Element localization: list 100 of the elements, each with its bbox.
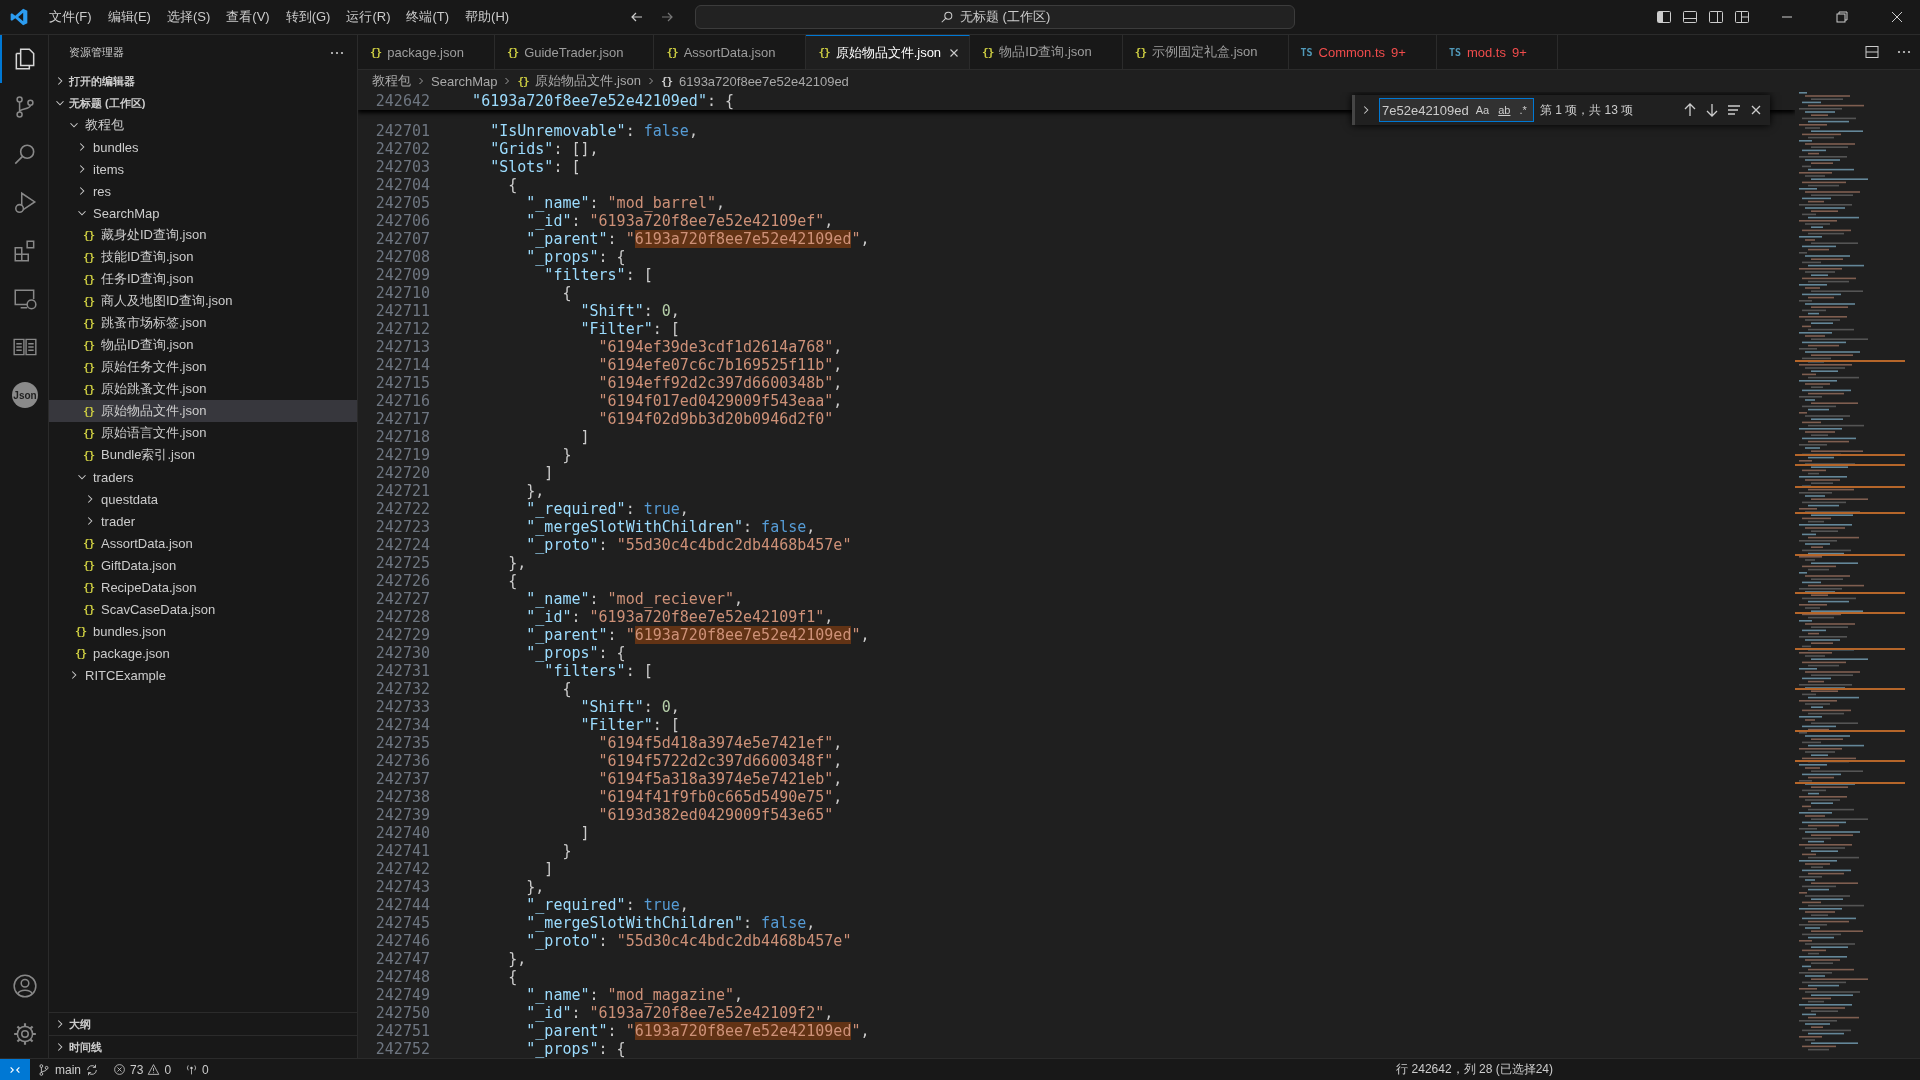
command-center[interactable]: 无标题 (工作区) [695,5,1296,29]
tree-item[interactable]: {} GiftData.json [49,554,357,576]
find-field[interactable]: 7e52e42109ed Aa ab .* [1379,98,1534,122]
line-number: 242702 [374,140,431,158]
line-number: 242750 [374,1004,431,1022]
code-line: "6194ef39de3cdf1d2614a768", [597,338,843,356]
code-line: "_name": "mod_magazine", [525,986,744,1004]
tree-item[interactable]: items [49,158,357,180]
find-in-selection-icon[interactable] [1726,102,1742,118]
code-line: "Filter": [ [579,716,680,734]
restore-icon[interactable] [1834,9,1850,25]
json-icon[interactable]: Json [12,382,38,408]
tree-item[interactable]: {} 原始任务文件.json [49,356,357,378]
tree-item[interactable]: questdata [49,488,357,510]
tree-item[interactable]: {} 原始语言文件.json [49,422,357,444]
tree-item[interactable]: traders [49,466,357,488]
tree-item[interactable]: {} 跳蚤市场标签.json [49,312,357,334]
cursor-position[interactable]: 行 242642，列 28 (已选择24) [1389,1061,1560,1078]
branch-status[interactable]: main [30,1062,106,1077]
editor-tab[interactable]: TS mod.ts 9+ [1436,35,1558,69]
section-header[interactable]: 时间线 [49,1035,357,1058]
layout-icon[interactable] [1734,9,1750,25]
secondary-sidebar-icon[interactable] [1708,9,1724,25]
problems-status[interactable]: 73 0 [106,1062,179,1077]
json-file-icon: {} [83,404,97,418]
tree-item[interactable]: {} 商人及地图ID查询.json [49,290,357,312]
menu-item[interactable]: 终端(T) [398,8,458,26]
tree-item[interactable]: {} 藏身处ID查询.json [49,224,357,246]
code-line: "_name": "mod_barrel", [525,194,725,212]
code-line: } [561,446,572,464]
json-file-icon: {} [370,45,382,59]
json-file-icon: {} [75,624,89,638]
tree-item[interactable]: res [49,180,357,202]
breadcrumb[interactable]: 6193a720f8ee7e52e42109ed [678,73,849,89]
breadcrumb[interactable]: SearchMap [431,73,498,89]
menu-item[interactable]: 转到(G) [277,8,339,26]
line-number: 242701 [374,122,431,140]
panel-icon[interactable] [1682,9,1698,25]
editor-tab[interactable]: TS Common.ts 9+ [1288,35,1437,69]
tree-item[interactable]: RITCExample [49,664,357,686]
previous-match-icon[interactable] [1682,102,1698,118]
tree-item[interactable]: 教程包 [49,114,357,136]
code-line: }, [525,482,545,500]
menu-item[interactable]: 帮助(H) [457,8,518,26]
tree-item[interactable]: {} bundles.json [49,620,357,642]
tree-item[interactable]: bundles [49,136,357,158]
code-line: "Shift": 0, [579,698,680,716]
next-match-icon[interactable] [1704,102,1720,118]
tree-item[interactable]: {} 技能ID查询.json [49,246,357,268]
editor-tab[interactable]: {} GuideTrader.json [494,35,655,69]
tree-item[interactable]: {} package.json [49,642,357,664]
tree-item[interactable]: {} 物品ID查询.json [49,334,357,356]
section-header[interactable]: 打开的编辑器 [49,70,357,92]
menu-item[interactable]: 选择(S) [158,8,219,26]
tree-item[interactable]: SearchMap [49,202,357,224]
editor-tab[interactable]: {} 示例固定礼盒.json [1122,35,1289,69]
run-debug-icon[interactable] [12,190,38,216]
account-icon[interactable] [12,973,38,999]
breadcrumb[interactable]: 教程包 [372,72,411,90]
close-icon[interactable] [1889,9,1905,25]
tree-item[interactable]: {} 任务ID查询.json [49,268,357,290]
editor-tab[interactable]: {} 原始物品文件.json [806,35,971,69]
section-header[interactable]: 无标题 (工作区) [49,92,357,114]
menu-item[interactable]: 编辑(E) [99,8,159,26]
menu-item[interactable]: 文件(F) [41,8,100,26]
section-header[interactable]: 大纲 [49,1012,357,1035]
breadcrumb[interactable]: 原始物品文件.json [535,72,641,90]
code-line: "6194f41f9fb0c665d5490e75", [597,788,843,806]
json-file-icon: {} [83,294,97,308]
code-line: "6193d382ed0429009f543e65" [597,806,834,824]
settings-icon[interactable] [12,1021,38,1047]
tree-item[interactable]: {} RecipeData.json [49,576,357,598]
editor-tab[interactable]: {} package.json [358,35,495,69]
line-number: 242721 [374,482,431,500]
tree-item[interactable]: {} ScavCaseData.json [49,598,357,620]
code-line: { [507,572,518,590]
line-number: 242713 [374,338,431,356]
find-option[interactable]: Aa [1473,104,1492,116]
editor-tab[interactable]: {} 物品ID查询.json [970,35,1123,69]
tree-item[interactable]: {} Bundle索引.json [49,444,357,466]
json-file-icon: {} [83,360,97,374]
split-editor-icon[interactable] [1864,44,1880,60]
json-icon: {} [660,74,675,88]
line-number: 242718 [374,428,431,446]
primary-sidebar-icon[interactable] [1656,9,1672,25]
line-number: 242711 [374,302,431,320]
code-line: "_proto": "55d30c4c4bdc2db4468b457e" [525,932,852,950]
tree-item[interactable]: {} 原始物品文件.json [49,400,357,422]
code-line: "_id": "6193a720f8ee7e52e42109f2", [525,1004,834,1022]
tree-item[interactable]: {} 原始跳蚤文件.json [49,378,357,400]
tree-item[interactable]: trader [49,510,357,532]
app-logo-icon [9,7,29,27]
ports-status[interactable]: 0 [178,1062,216,1077]
menu-item[interactable]: 运行(R) [338,8,399,26]
find-option[interactable]: .* [1517,104,1529,116]
tree-item[interactable]: {} AssortData.json [49,532,357,554]
find-option[interactable]: ab [1496,104,1513,116]
json-icon: {} [517,74,532,88]
code-line: "filters": [ [543,662,653,680]
menu-item[interactable]: 查看(V) [218,8,278,26]
